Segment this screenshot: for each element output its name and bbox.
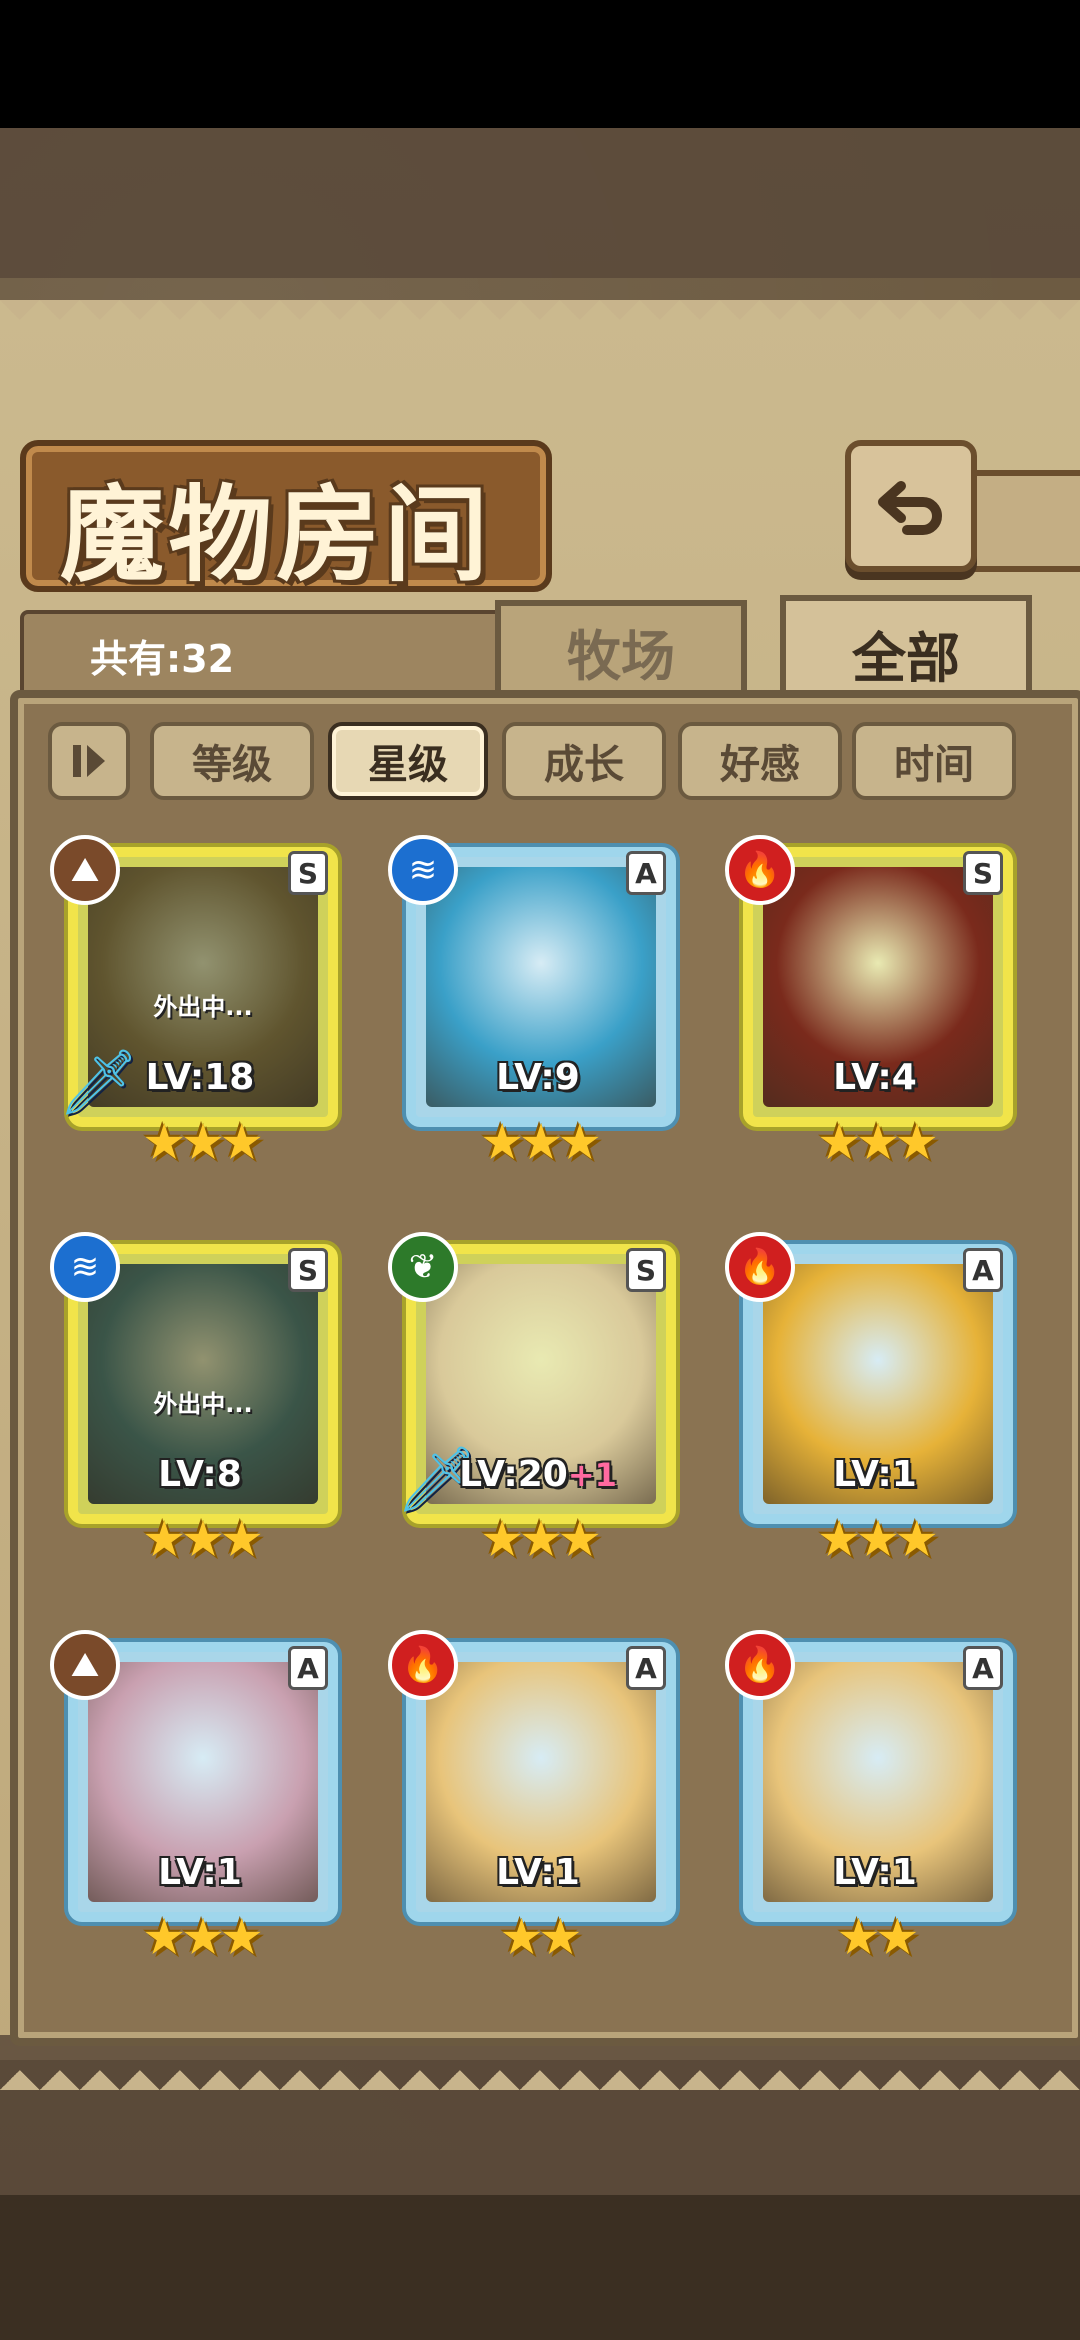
level-value: LV:9 (496, 1057, 580, 1098)
star-rating: ★★★ (816, 1510, 939, 1568)
fire-element-icon: 🔥 (725, 1630, 795, 1700)
monster-count: 共有:32 (90, 637, 235, 681)
away-label: 外出中... (153, 1390, 253, 1418)
level-value: LV:18 (145, 1057, 255, 1098)
back-button[interactable] (845, 440, 977, 572)
level-bonus: +1 (567, 1456, 617, 1494)
rank-badge: A (626, 1646, 666, 1690)
status-bar (0, 0, 1080, 128)
star-rating: ★★★ (141, 1510, 264, 1568)
level-label: LV:1 (388, 1852, 688, 1893)
level-label: LV:18 (50, 1057, 350, 1098)
level-label: LV:8 (50, 1454, 350, 1495)
page-title: 魔物房间 (60, 473, 493, 596)
back-button-rail (960, 470, 1080, 572)
water-element-icon: ≋ (50, 1232, 120, 1302)
monster-card[interactable]: A 🔥 LV:1 ★★ (725, 1630, 1025, 1966)
filter-growth[interactable]: 成长 (502, 722, 666, 800)
rank-badge: A (288, 1646, 328, 1690)
rank-badge: S (626, 1248, 666, 1292)
back-arrow-icon (878, 481, 942, 535)
level-label: LV:9 (388, 1057, 688, 1098)
star-rating: ★★★ (141, 1113, 264, 1171)
rank-badge: S (963, 851, 1003, 895)
monster-card[interactable]: 外出中... S ⛰ 🗡 LV:18 ★★★ (50, 835, 350, 1171)
level-label: LV:4 (725, 1057, 1025, 1098)
filter-level[interactable]: 等级 (150, 722, 314, 800)
star-rating: ★★★ (479, 1510, 602, 1568)
parchment-edge-bottom (0, 2050, 1080, 2090)
parchment-edge-top (0, 300, 1080, 340)
star-rating: ★★ (836, 1908, 920, 1966)
level-label: LV:1 (725, 1852, 1025, 1893)
level-value: LV:20 (459, 1454, 568, 1495)
level-value: LV:1 (833, 1852, 917, 1893)
fire-element-icon: 🔥 (388, 1630, 458, 1700)
star-rating: ★★★ (141, 1908, 264, 1966)
fire-element-icon: 🔥 (725, 1232, 795, 1302)
filter-star[interactable]: 星级 (328, 722, 488, 800)
filter-row: 等级 星级 成长 好感 时间 (0, 722, 1080, 802)
map-band-top (0, 128, 1080, 278)
level-value: LV:4 (833, 1057, 917, 1098)
filter-affection[interactable]: 好感 (678, 722, 842, 800)
earth-element-icon: ⛰ (50, 835, 120, 905)
monster-card[interactable]: A ⛰ LV:1 ★★★ (50, 1630, 350, 1966)
monster-card[interactable]: A 🔥 LV:1 ★★ (388, 1630, 688, 1966)
tab-farm[interactable]: 牧场 (495, 600, 747, 696)
level-value: LV:8 (158, 1454, 242, 1495)
fire-element-icon: 🔥 (725, 835, 795, 905)
sort-order-button[interactable] (48, 722, 130, 800)
level-label: LV:20+1 (388, 1454, 688, 1495)
monster-card[interactable]: S 🔥 LV:4 ★★★ (725, 835, 1025, 1171)
monster-card[interactable]: S ❦ 🗡 LV:20+1 ★★★ (388, 1232, 688, 1568)
monster-card[interactable]: A 🔥 LV:1 ★★★ (725, 1232, 1025, 1568)
earth-element-icon: ⛰ (50, 1630, 120, 1700)
level-value: LV:1 (496, 1852, 580, 1893)
away-label: 外出中... (153, 993, 253, 1021)
rank-badge: A (963, 1646, 1003, 1690)
star-rating: ★★★ (816, 1113, 939, 1171)
rank-badge: S (288, 851, 328, 895)
star-rating: ★★ (499, 1908, 583, 1966)
rank-badge: A (626, 851, 666, 895)
level-label: LV:1 (725, 1454, 1025, 1495)
level-value: LV:1 (158, 1852, 242, 1893)
wood-element-icon: ❦ (388, 1232, 458, 1302)
bottom-bar (0, 2195, 1080, 2340)
rank-badge: A (963, 1248, 1003, 1292)
monster-card[interactable]: 外出中... S ≋ LV:8 ★★★ (50, 1232, 350, 1568)
rank-badge: S (288, 1248, 328, 1292)
sort-toggle-icon (73, 745, 105, 777)
water-element-icon: ≋ (388, 835, 458, 905)
monster-card[interactable]: A ≋ LV:9 ★★★ (388, 835, 688, 1171)
filter-time[interactable]: 时间 (852, 722, 1016, 800)
star-rating: ★★★ (479, 1113, 602, 1171)
level-value: LV:1 (833, 1454, 917, 1495)
level-label: LV:1 (50, 1852, 350, 1893)
